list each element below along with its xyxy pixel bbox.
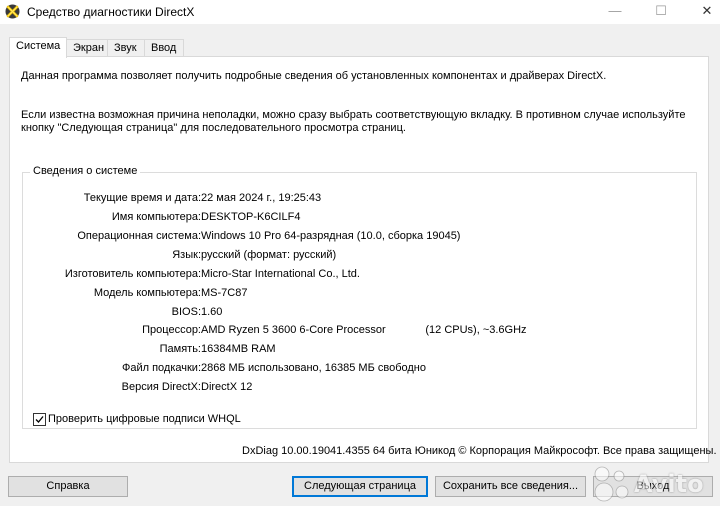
computer-name-value: DESKTOP-K6CILF4	[201, 211, 301, 223]
processor-value: AMD Ryzen 5 3600 6-Core Processor (12 CP…	[201, 324, 527, 336]
exit-button-label: Выход	[636, 480, 670, 492]
copyright-footer: DxDiag 10.00.19041.4355 64 бита Юникод ©…	[242, 445, 717, 457]
computer-name-label: Имя компьютера:	[111, 211, 201, 223]
pagefile-value: 2868 МБ использовано, 16385 МБ свободно	[201, 362, 426, 374]
close-button[interactable]: ✕	[684, 0, 720, 24]
dxdiag-window: Средство диагностики DirectX — ☐ ✕ Систе…	[0, 0, 720, 506]
pagefile-label: Файл подкачки:	[121, 362, 201, 374]
maximize-button[interactable]: ☐	[638, 0, 684, 24]
model-label: Модель компьютера:	[93, 287, 201, 299]
minimize-button[interactable]: —	[592, 0, 638, 24]
tab-sound[interactable]: Звук	[107, 39, 147, 57]
memory-label: Память:	[159, 343, 201, 355]
window-title: Средство диагностики DirectX	[27, 5, 195, 19]
exit-button[interactable]: Выход	[593, 476, 713, 497]
manufacturer-label: Изготовитель компьютера:	[64, 268, 201, 280]
language-value: русский (формат: русский)	[201, 249, 337, 261]
intro-text: Данная программа позволяет получить подр…	[21, 70, 607, 82]
manufacturer-value: Micro-Star International Co., Ltd.	[201, 268, 360, 280]
info-labels: Текущие время и дата: Имя компьютера: Оп…	[23, 173, 201, 428]
directx-icon	[5, 4, 20, 19]
memory-value: 16384MB RAM	[201, 343, 276, 355]
directx-version-label: Версия DirectX:	[121, 381, 201, 393]
directx-version-value: DirectX 12	[201, 381, 253, 393]
os-label: Операционная система:	[77, 230, 201, 242]
bios-value: 1.60	[201, 306, 223, 318]
os-value: Windows 10 Pro 64-разрядная (10.0, сборк…	[201, 230, 461, 242]
help-button[interactable]: Справка	[8, 476, 128, 497]
title-bar: Средство диагностики DirectX — ☐ ✕	[0, 0, 720, 24]
intro-hint-line1: Если известна возможная причина неполадк…	[21, 109, 686, 121]
language-label: Язык:	[172, 249, 201, 261]
next-page-button[interactable]: Следующая страница	[292, 476, 428, 497]
datetime-value: 22 мая 2024 г., 19:25:43	[201, 192, 322, 204]
system-info-group: Сведения о системе Текущие время и дата:…	[22, 165, 697, 429]
model-value: MS-7C87	[201, 287, 248, 299]
tab-system[interactable]: Система	[9, 37, 67, 58]
whql-checkbox[interactable]	[33, 413, 46, 426]
bios-label: BIOS:	[171, 306, 201, 318]
whql-checkbox-label[interactable]: Проверить цифровые подписи WHQL	[48, 413, 241, 425]
save-all-button[interactable]: Сохранить все сведения...	[435, 476, 586, 497]
checkmark-icon	[35, 416, 44, 423]
datetime-label: Текущие время и дата:	[83, 192, 201, 204]
tab-display[interactable]: Экран	[66, 39, 110, 57]
tab-input[interactable]: Ввод	[144, 39, 184, 57]
processor-label: Процессор:	[142, 324, 201, 336]
system-tab-panel: Данная программа позволяет получить подр…	[9, 56, 717, 463]
intro-hint-line2: кнопку "Следующая страница" для последов…	[21, 122, 406, 134]
